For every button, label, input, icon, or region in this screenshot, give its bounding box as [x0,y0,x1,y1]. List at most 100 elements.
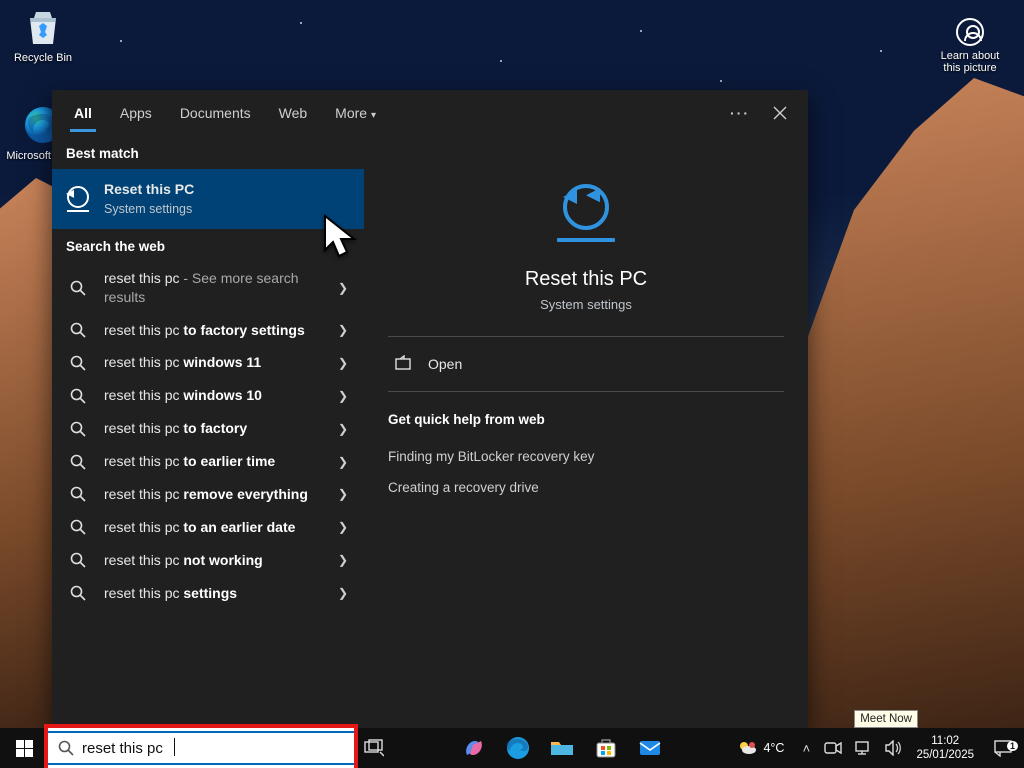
tab-web[interactable]: Web [265,95,322,132]
tab-all[interactable]: All [60,95,106,132]
search-flyout: All Apps Documents Web More ▾ ··· Best m… [52,90,808,728]
taskbar-edge[interactable] [498,728,538,768]
taskbar-file-explorer[interactable] [542,728,582,768]
search-icon [66,388,90,404]
learn-about-label: this picture [930,62,1010,74]
tray-meet-now[interactable] [818,728,848,768]
quick-help-link[interactable]: Finding my BitLocker recovery key [388,441,784,472]
open-icon [394,355,412,373]
result-subtitle: System settings [104,201,352,218]
result-text: reset this pc settings [104,584,334,603]
task-view-button[interactable] [354,728,394,768]
store-icon [593,735,619,761]
preview-title: Reset this PC [388,268,784,291]
chevron-right-icon: ❯ [334,487,352,501]
preview-subtitle: System settings [388,297,784,312]
clock-time: 11:02 [916,734,974,748]
chevron-right-icon: ❯ [334,389,352,403]
tab-apps[interactable]: Apps [106,95,166,132]
result-web-5[interactable]: reset this pc to earlier time❯ [52,445,364,478]
options-button[interactable]: ··· [720,93,760,133]
tab-documents[interactable]: Documents [166,95,265,132]
result-web-2[interactable]: reset this pc windows 11❯ [52,346,364,379]
result-web-9[interactable]: reset this pc settings❯ [52,577,364,610]
taskbar-mail[interactable] [630,728,670,768]
taskbar-search[interactable] [48,728,354,768]
result-text: reset this pc windows 11 [104,353,334,372]
result-web-3[interactable]: reset this pc windows 10❯ [52,379,364,412]
desktop-icon-label: Recycle Bin [4,52,82,64]
search-icon [66,585,90,601]
learn-about-picture[interactable]: Learn about this picture [930,18,1010,74]
meet-now-tooltip: Meet Now [854,710,918,728]
result-text: reset this pc remove everything [104,485,334,504]
reset-pc-icon [66,186,90,212]
quick-help-heading: Get quick help from web [388,412,784,427]
search-icon [66,454,90,470]
mail-icon [637,735,663,761]
result-web-7[interactable]: reset this pc to an earlier date❯ [52,511,364,544]
chevron-right-icon: ❯ [334,356,352,370]
chevron-right-icon: ❯ [334,455,352,469]
chevron-right-icon: ❯ [334,553,352,567]
search-tabs: All Apps Documents Web More ▾ ··· [52,90,808,136]
tray-network[interactable] [848,728,878,768]
result-title: Reset this PC [104,180,352,199]
result-text: reset this pc to earlier time [104,452,334,471]
recycle-bin-icon [22,6,64,48]
taskbar-clock[interactable]: 11:02 25/01/2025 [908,734,982,763]
search-input[interactable] [48,733,354,763]
windows-logo-icon [16,740,33,757]
taskbar-copilot[interactable] [454,728,494,768]
system-tray: 4°C ˄ 11:02 25/01/2025 1 [727,728,1024,768]
desktop-icon-recycle-bin[interactable]: Recycle Bin [4,6,82,64]
result-text: reset this pc to an earlier date [104,518,334,537]
search-icon [66,421,90,437]
result-text: reset this pc windows 10 [104,386,334,405]
tab-more[interactable]: More ▾ [321,95,390,132]
result-web-8[interactable]: reset this pc not working❯ [52,544,364,577]
result-best-match[interactable]: Reset this PC System settings [52,169,364,229]
result-web-0[interactable]: reset this pc - See more search results❯ [52,262,364,314]
results-column: Best match Reset this PC System settings… [52,136,364,728]
desktop: Recycle Bin Microsoft Edge Learn about t… [0,0,1024,768]
search-icon [58,740,74,756]
weather-widget[interactable]: 4°C [727,738,794,758]
chevron-down-icon: ▾ [371,110,376,121]
result-web-4[interactable]: reset this pc to factory❯ [52,412,364,445]
quick-help-link[interactable]: Creating a recovery drive [388,472,784,503]
action-center-button[interactable]: 1 [982,739,1024,757]
section-search-web: Search the web [52,229,364,262]
result-web-1[interactable]: reset this pc to factory settings❯ [52,314,364,347]
chevron-right-icon: ❯ [334,520,352,534]
result-text: reset this pc to factory [104,419,334,438]
chevron-up-icon: ˄ [803,741,811,756]
reset-pc-icon [552,184,620,252]
weather-icon [737,738,757,758]
tray-volume[interactable] [878,728,908,768]
open-action[interactable]: Open [388,337,784,391]
search-icon [66,486,90,502]
network-icon [854,740,872,756]
pinned-apps [454,728,670,768]
chevron-right-icon: ❯ [334,323,352,337]
tray-overflow[interactable]: ˄ [794,728,818,768]
close-button[interactable] [760,93,800,133]
notification-badge: 1 [1007,741,1018,751]
close-icon [773,106,787,120]
task-view-icon [364,739,384,757]
result-text: reset this pc - See more search results [104,269,334,307]
search-icon [66,322,90,338]
copilot-icon [461,735,487,761]
chevron-right-icon: ❯ [334,586,352,600]
taskbar: 4°C ˄ 11:02 25/01/2025 1 [0,728,1024,768]
chevron-right-icon: ❯ [334,422,352,436]
taskbar-store[interactable] [586,728,626,768]
search-icon [66,355,90,371]
clock-date: 25/01/2025 [916,748,974,762]
weather-temp: 4°C [763,741,784,755]
search-icon [66,552,90,568]
result-web-6[interactable]: reset this pc remove everything❯ [52,478,364,511]
start-button[interactable] [0,728,48,768]
search-icon [66,519,90,535]
